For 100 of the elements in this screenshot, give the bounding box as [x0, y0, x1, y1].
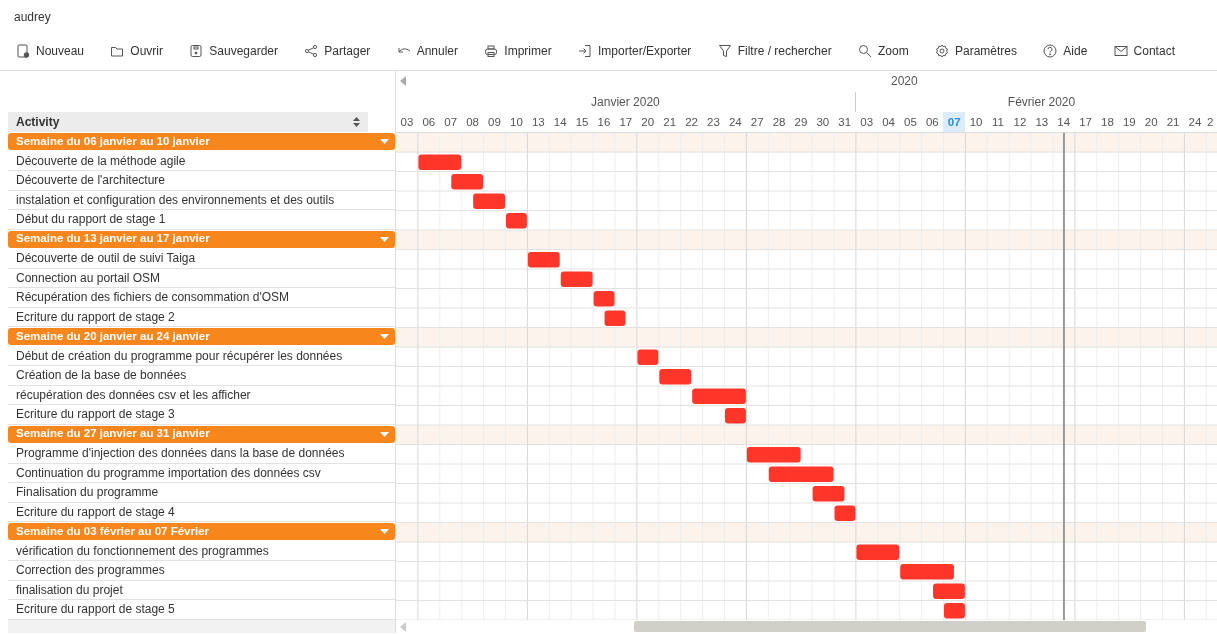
- day-label: 03: [859, 115, 875, 130]
- undo-button[interactable]: Annuler: [396, 42, 459, 60]
- task-name[interactable]: Continuation du programme importation des données csv: [8, 463, 395, 483]
- task-name[interactable]: récupération des données csv et les afficher: [8, 385, 395, 405]
- day-label: 29: [793, 115, 809, 130]
- task-bar[interactable]: [560, 271, 593, 287]
- task-bar[interactable]: [473, 193, 505, 209]
- contact-button[interactable]: Contact: [1113, 42, 1175, 60]
- task-bar[interactable]: [527, 251, 560, 267]
- task-name[interactable]: Ecriture du rapport de stage 4: [8, 502, 395, 522]
- open-button[interactable]: Ouvrir: [110, 42, 163, 60]
- task-bar[interactable]: [451, 173, 484, 189]
- task-name[interactable]: instalation et configuration des environnements et des outils: [8, 190, 395, 210]
- column-header[interactable]: Activity: [8, 112, 368, 132]
- envelope-icon: [1113, 44, 1128, 58]
- task-bar[interactable]: [746, 446, 801, 462]
- day-label: 06: [924, 115, 940, 130]
- month-label: Février 2020: [1007, 94, 1076, 109]
- import-button[interactable]: Importer/Exporter: [577, 42, 692, 60]
- caret-down-icon: [380, 334, 389, 339]
- day-label: 10: [968, 115, 984, 130]
- import-icon: [577, 44, 592, 58]
- task-name[interactable]: finalisation du projet: [8, 580, 395, 600]
- day-label: 09: [487, 115, 502, 130]
- day-label: 21: [1165, 115, 1181, 130]
- share-icon: [304, 44, 319, 58]
- user-name: audrey: [14, 10, 51, 24]
- task-bar[interactable]: [768, 466, 834, 482]
- day-label: 21: [662, 115, 678, 130]
- day-label: 27: [749, 115, 765, 130]
- task-bar[interactable]: [637, 349, 659, 365]
- sort-icon: [353, 117, 360, 127]
- task-name[interactable]: Ecriture du rapport de stage 5: [8, 600, 395, 620]
- task-bar[interactable]: [725, 407, 746, 423]
- task-name[interactable]: Découverte de la méthode agile: [8, 151, 395, 171]
- day-label: 17: [1078, 115, 1093, 130]
- task-bar[interactable]: [812, 485, 845, 501]
- task-name[interactable]: Finalisation du programme: [8, 483, 395, 503]
- caret-down-icon: [380, 139, 389, 144]
- printer-icon: [484, 44, 499, 58]
- task-bar[interactable]: [856, 544, 900, 560]
- day-label: 2: [1205, 115, 1214, 130]
- task-bar[interactable]: [933, 583, 965, 599]
- new-button[interactable]: Nouveau: [16, 42, 85, 60]
- task-name[interactable]: Découverte de outil de suivi Taiga: [8, 249, 395, 269]
- task-name[interactable]: Création de la base de bonnées: [8, 366, 395, 386]
- day-label: 12: [1012, 115, 1028, 130]
- task-bar[interactable]: [659, 368, 692, 384]
- scroll-left-icon[interactable]: [400, 76, 406, 87]
- task-name[interactable]: Début de création du programme pour récupérer les données: [8, 346, 395, 366]
- task-name[interactable]: Ecriture du rapport de stage 2: [8, 307, 395, 327]
- task-bar[interactable]: [692, 388, 746, 404]
- day-label: 13: [530, 115, 546, 130]
- day-label: 23: [706, 115, 721, 130]
- task-bar[interactable]: [604, 310, 626, 326]
- task-name[interactable]: Récupération des fichiers de consommation d'OSM: [8, 288, 395, 308]
- day-label: 17: [618, 115, 634, 130]
- day-label: 13: [1034, 115, 1050, 130]
- task-name[interactable]: Programme d'injection des données dans la base de données: [8, 444, 395, 464]
- day-label: 31: [837, 115, 853, 130]
- day-label: 03: [399, 115, 415, 130]
- day-label: 24: [1187, 115, 1203, 130]
- scroll-left-icon[interactable]: [400, 621, 406, 632]
- day-label: 28: [771, 115, 787, 130]
- share-button[interactable]: Partager: [304, 42, 371, 60]
- task-name[interactable]: vérification du fonctionnement des programmes: [8, 541, 395, 561]
- task-name[interactable]: Correction des programmes: [8, 561, 395, 581]
- task-bar[interactable]: [506, 212, 527, 228]
- day-label: 05: [903, 115, 918, 130]
- scrollbar-thumb[interactable]: [634, 621, 1146, 632]
- task-name[interactable]: Ecriture du rapport de stage 3: [8, 405, 395, 425]
- print-button[interactable]: Imprimer: [484, 42, 552, 60]
- save-icon: [189, 44, 204, 58]
- task-bar[interactable]: [418, 154, 462, 170]
- month-label: Janvier 2020: [591, 94, 660, 109]
- task-name[interactable]: Découverte de l'architecture: [8, 171, 395, 191]
- settings-button[interactable]: Paramètres: [934, 42, 1017, 60]
- caret-down-icon: [380, 529, 389, 534]
- save-button[interactable]: Sauvegarder: [189, 42, 279, 60]
- day-label: 30: [815, 115, 831, 130]
- day-label: 14: [552, 115, 568, 130]
- task-name[interactable]: Début du rapport de stage 1: [8, 210, 395, 230]
- help-button[interactable]: Aide: [1043, 42, 1088, 60]
- day-label: 08: [465, 115, 480, 130]
- search-icon: [857, 44, 872, 58]
- task-bar[interactable]: [900, 563, 954, 579]
- help-icon: [1043, 44, 1058, 58]
- day-label: 22: [684, 115, 699, 130]
- day-label: 19: [1121, 115, 1137, 130]
- filter-button[interactable]: Filtre / rechercher: [717, 42, 832, 60]
- task-bar[interactable]: [834, 505, 856, 521]
- day-label: 07: [443, 115, 459, 130]
- task-bar[interactable]: [593, 290, 615, 306]
- zoom-button[interactable]: Zoom: [857, 42, 909, 60]
- new-file-icon: [16, 44, 30, 58]
- day-label: 16: [596, 115, 612, 130]
- task-name[interactable]: Connection au portail OSM: [8, 268, 395, 288]
- filter-icon: [717, 44, 732, 58]
- settings-icon: [934, 44, 949, 58]
- task-bar[interactable]: [944, 602, 965, 618]
